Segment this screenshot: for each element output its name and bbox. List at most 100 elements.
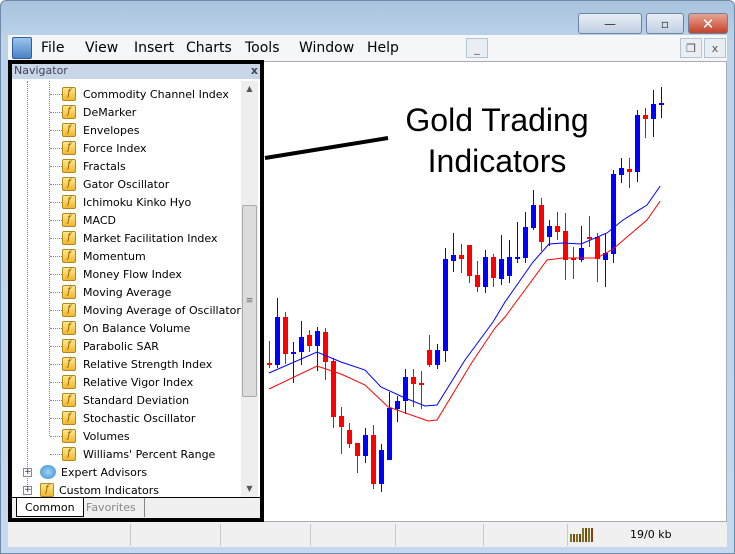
connection-signal-icon <box>570 528 593 542</box>
candle-body <box>563 231 568 260</box>
indicator-icon: f <box>62 267 76 281</box>
expand-icon[interactable]: + <box>23 468 32 477</box>
candle <box>515 222 520 263</box>
candle-body <box>395 401 400 409</box>
candle-body <box>267 363 272 365</box>
candle <box>419 371 424 409</box>
signal-bar <box>573 534 575 542</box>
chart-annotation: Gold Trading Indicators <box>392 100 602 182</box>
candle <box>347 423 352 448</box>
navigator-item[interactable]: f Stochastic Oscillator <box>62 409 195 427</box>
navigator-item[interactable]: f Parabolic SAR <box>62 337 159 355</box>
navigator-close-icon[interactable]: x <box>251 64 258 77</box>
candle-body <box>323 332 328 362</box>
scrollbar-thumb[interactable]: ≡ <box>242 205 257 397</box>
navigator-scrollbar[interactable]: ▲ ≡ ▼ <box>241 81 258 497</box>
candle <box>467 245 472 283</box>
navigator-item-label: Envelopes <box>83 123 140 137</box>
ma-fast-line <box>268 185 661 407</box>
indicator-icon: f <box>62 195 76 209</box>
navigator-item[interactable]: f Envelopes <box>62 121 139 139</box>
navigator-item-label: Moving Average of Oscillator <box>83 303 241 317</box>
indicator-icon: f <box>62 285 76 299</box>
navigator-item[interactable]: f Market Facilitation Index <box>62 229 218 247</box>
candle-body <box>531 205 536 228</box>
navigator-item[interactable]: f Momentum <box>62 247 146 265</box>
navigator-item[interactable]: f Relative Strength Index <box>62 355 212 373</box>
navigator-item[interactable]: f Moving Average <box>62 283 171 301</box>
candle <box>427 335 432 367</box>
candle-body <box>299 337 304 352</box>
navigator-item-label: Market Facilitation Index <box>83 231 218 245</box>
candle <box>499 235 504 285</box>
navigator-item[interactable]: f Volumes <box>62 427 130 445</box>
candle-body <box>355 443 360 456</box>
navigator-item-label: Force Index <box>83 141 147 155</box>
navigator-item-label: MACD <box>83 213 116 227</box>
navigator-item-label: Commodity Channel Index <box>83 87 229 101</box>
candle <box>379 444 384 492</box>
candle <box>395 396 400 422</box>
navigator-item[interactable]: f Money Flow Index <box>62 265 182 283</box>
candle <box>363 428 368 463</box>
candle-body <box>379 450 384 484</box>
navigator-item[interactable]: f Fractals <box>62 157 126 175</box>
candle <box>355 443 360 473</box>
navigator-item-label: Relative Strength Index <box>83 357 213 371</box>
candle-body <box>307 335 312 346</box>
expand-icon[interactable]: + <box>23 486 32 495</box>
candle <box>539 198 544 251</box>
navigator-item[interactable]: f Williams' Percent Range <box>62 445 215 463</box>
candle-body <box>419 383 424 385</box>
scroll-up-icon[interactable]: ▲ <box>241 81 258 97</box>
navigator-item[interactable]: f Ichimoku Kinko Hyo <box>62 193 191 211</box>
navigator-group-label: Expert Advisors <box>61 465 148 479</box>
navigator-group-label: Custom Indicators <box>59 483 159 497</box>
candle-body <box>291 352 296 354</box>
indicator-icon: f <box>62 213 76 227</box>
candle <box>635 110 640 182</box>
navigator-item[interactable]: f Standard Deviation <box>62 391 189 409</box>
navigator-group[interactable]: Expert Advisors <box>40 463 147 481</box>
candle-body <box>467 245 472 276</box>
candle-body <box>491 257 496 278</box>
navigator-item[interactable]: f MACD <box>62 211 116 229</box>
tab-common[interactable]: Common <box>16 498 84 517</box>
navigator-item-label: Ichimoku Kinko Hyo <box>83 195 192 209</box>
candle-body <box>427 350 432 365</box>
candle-body <box>587 237 592 239</box>
candle <box>571 247 576 279</box>
candle-body <box>315 331 320 346</box>
signal-bar <box>576 534 578 542</box>
candle-body <box>659 103 664 105</box>
navigator-item[interactable]: f Relative Vigor Index <box>62 373 193 391</box>
candle-body <box>523 227 528 258</box>
candle-body <box>363 435 368 456</box>
candle <box>587 216 592 247</box>
navigator-item[interactable]: f On Balance Volume <box>62 319 190 337</box>
indicator-icon: f <box>62 159 76 173</box>
indicator-icon: f <box>62 321 76 335</box>
candle <box>275 298 280 368</box>
candle <box>619 158 624 183</box>
candle-body <box>515 257 520 259</box>
candle <box>435 344 440 369</box>
indicator-icon: f <box>62 357 76 371</box>
candle-body <box>627 169 632 172</box>
candle-body <box>547 226 552 237</box>
indicator-icon: f <box>62 447 76 461</box>
traffic-status: 19/0 kb <box>630 528 672 541</box>
navigator-group[interactable]: f Custom Indicators <box>40 481 159 497</box>
navigator-item[interactable]: f Moving Average of Oscillator <box>62 301 241 319</box>
tab-favorites[interactable]: Favorites <box>78 498 145 517</box>
indicator-icon: f <box>62 105 76 119</box>
candle <box>475 261 480 292</box>
navigator-item[interactable]: f Gator Oscillator <box>62 175 169 193</box>
scroll-down-icon[interactable]: ▼ <box>241 481 258 497</box>
navigator-item[interactable]: f DeMarker <box>62 103 136 121</box>
navigator-item[interactable]: f Commodity Channel Index <box>62 85 229 103</box>
navigator-item[interactable]: f Force Index <box>62 139 147 157</box>
navigator-item-label: Williams' Percent Range <box>83 447 216 461</box>
candle <box>651 90 656 137</box>
custom-indicator-icon: f <box>40 483 54 497</box>
